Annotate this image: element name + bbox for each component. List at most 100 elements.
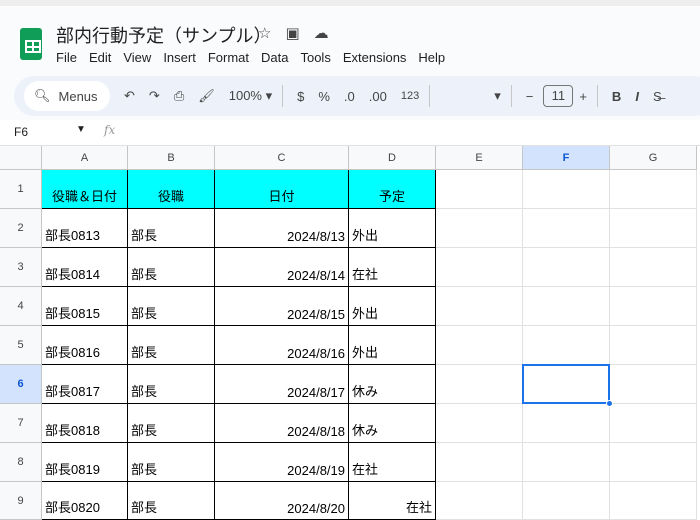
cell-D6[interactable]: 休み [349,365,436,404]
menu-file[interactable]: File [56,50,77,65]
column-header-e[interactable]: E [436,146,523,170]
cell-E3[interactable] [436,248,523,287]
cell-A2[interactable]: 部長0813 [42,209,128,248]
cell-E1[interactable] [436,170,523,209]
row-header-9[interactable]: 9 [0,482,42,520]
cell-G8[interactable] [610,443,697,482]
row-header-1[interactable]: 1 [0,170,42,209]
doc-title[interactable]: 部内行動予定（サンプル） [56,22,271,48]
cell-G6[interactable] [610,365,697,404]
zoom-select[interactable]: 100% ▾ [229,88,272,104]
cell-C3[interactable]: 2024/8/14 [215,248,349,287]
cell-E7[interactable] [436,404,523,443]
row-header-6[interactable]: 6 [0,365,42,404]
column-header-b[interactable]: B [128,146,215,170]
name-box-dropdown-icon[interactable]: ▼ [76,124,86,135]
menu-search[interactable]: 🔍︎ Menus [24,81,110,111]
cell-A7[interactable]: 部長0818 [42,404,128,443]
cell-C7[interactable]: 2024/8/18 [215,404,349,443]
cell-C4[interactable]: 2024/8/15 [215,287,349,326]
cell-C5[interactable]: 2024/8/16 [215,326,349,365]
cell-D2[interactable]: 外出 [349,209,436,248]
cell-F7[interactable] [523,404,610,443]
cell-F8[interactable] [523,443,610,482]
cell-G3[interactable] [610,248,697,287]
menu-edit[interactable]: Edit [89,50,111,65]
cell-F1[interactable] [523,170,610,209]
menu-insert[interactable]: Insert [163,50,196,65]
cell-A5[interactable]: 部長0816 [42,326,128,365]
cell-F3[interactable] [523,248,610,287]
cell-F9[interactable] [523,482,610,520]
row-header-4[interactable]: 4 [0,287,42,326]
cell-D8[interactable]: 在社 [349,443,436,482]
fill-handle[interactable] [606,400,613,407]
cell-E5[interactable] [436,326,523,365]
cell-F5[interactable] [523,326,610,365]
menu-format[interactable]: Format [208,50,249,65]
cell-C8[interactable]: 2024/8/19 [215,443,349,482]
cell-B1[interactable]: 役職 [128,170,215,209]
sheets-logo-icon[interactable] [20,28,42,60]
row-header-5[interactable]: 5 [0,326,42,365]
cell-C9[interactable]: 2024/8/20 [215,482,349,520]
cell-D9[interactable]: 在社 [349,482,436,520]
cell-F2[interactable] [523,209,610,248]
cell-D3[interactable]: 在社 [349,248,436,287]
menu-view[interactable]: View [123,50,151,65]
cell-D1[interactable]: 予定 [349,170,436,209]
font-size-increase[interactable]: + [579,89,587,104]
currency-button[interactable]: $ [297,89,304,104]
row-header-3[interactable]: 3 [0,248,42,287]
italic-button[interactable]: I [635,89,639,104]
menu-tools[interactable]: Tools [300,50,330,65]
cell-A4[interactable]: 部長0815 [42,287,128,326]
selected-cell-f6[interactable] [522,364,610,404]
paint-format-icon[interactable]: 🖌︎ [198,88,215,104]
column-header-g[interactable]: G [610,146,697,170]
cell-E6[interactable] [436,365,523,404]
cell-E8[interactable] [436,443,523,482]
cell-G1[interactable] [610,170,697,209]
menu-extensions[interactable]: Extensions [343,50,407,65]
column-header-a[interactable]: A [42,146,128,170]
cell-E4[interactable] [436,287,523,326]
move-folder-icon[interactable]: ▣ [285,24,299,42]
select-all-corner[interactable] [0,146,42,170]
cloud-status-icon[interactable]: ☁ [314,24,329,42]
cell-A8[interactable]: 部長0819 [42,443,128,482]
cell-D4[interactable]: 外出 [349,287,436,326]
cell-A3[interactable]: 部長0814 [42,248,128,287]
cell-C2[interactable]: 2024/8/13 [215,209,349,248]
column-header-f[interactable]: F [523,146,610,170]
strikethrough-icon[interactable]: S̶ [653,89,662,104]
row-header-8[interactable]: 8 [0,443,42,482]
cell-C1[interactable]: 日付 [215,170,349,209]
undo-icon[interactable]: ↶ [124,88,135,104]
cell-A9[interactable]: 部長0820 [42,482,128,520]
more-formats-button[interactable]: 123 [401,90,419,102]
bold-button[interactable]: B [612,89,621,104]
cell-B7[interactable]: 部長 [128,404,215,443]
cell-G9[interactable] [610,482,697,520]
decrease-decimal-button[interactable]: .0 [344,89,355,104]
cell-D7[interactable]: 休み [349,404,436,443]
cell-D5[interactable]: 外出 [349,326,436,365]
cell-B9[interactable]: 部長 [128,482,215,520]
cell-E2[interactable] [436,209,523,248]
cell-B6[interactable]: 部長 [128,365,215,404]
cell-F4[interactable] [523,287,610,326]
percent-button[interactable]: % [318,89,330,104]
cell-E9[interactable] [436,482,523,520]
cell-B2[interactable]: 部長 [128,209,215,248]
font-size-decrease[interactable]: − [526,89,534,104]
row-header-7[interactable]: 7 [0,404,42,443]
cell-G4[interactable] [610,287,697,326]
column-header-c[interactable]: C [215,146,349,170]
cell-B5[interactable]: 部長 [128,326,215,365]
column-header-d[interactable]: D [349,146,436,170]
cell-B3[interactable]: 部長 [128,248,215,287]
cell-C6[interactable]: 2024/8/17 [215,365,349,404]
menu-help[interactable]: Help [418,50,445,65]
font-size-input[interactable]: 11 [543,85,574,107]
